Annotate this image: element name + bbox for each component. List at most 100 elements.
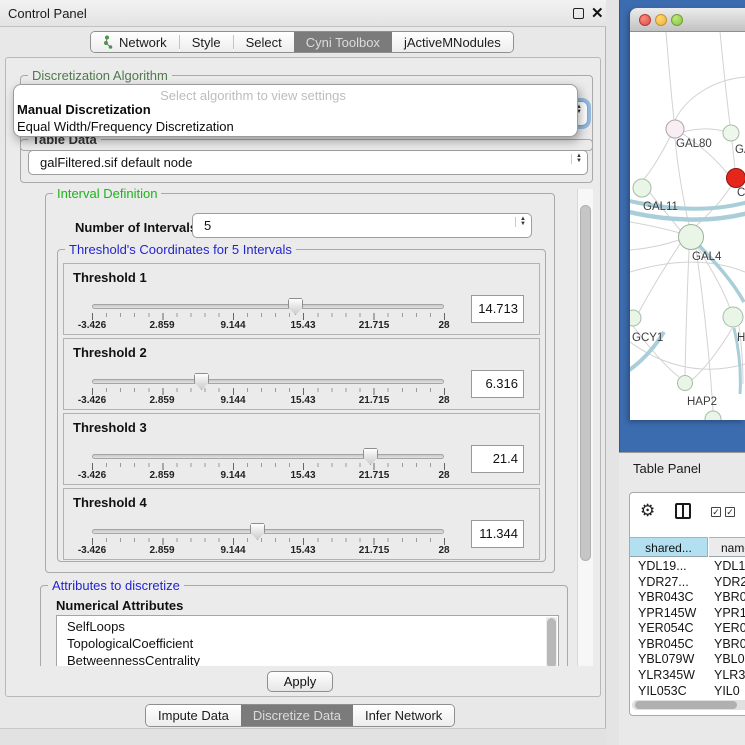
control-panel: Control Panel ✕ Network Style Select Cyn… — [0, 0, 606, 745]
checkbox-icon[interactable]: ✓ — [711, 507, 721, 517]
dropdown-hint-text: Select algorithm to view settings — [14, 88, 492, 103]
table-panel-title: Table Panel — [633, 453, 701, 484]
tick-label: 21.715 — [359, 545, 390, 556]
algorithm-dropdown-popup: Select algorithm to view settings Manual… — [13, 84, 578, 137]
table-cell[interactable]: YPR1 — [714, 606, 745, 620]
table-cell[interactable]: YER0 — [714, 621, 745, 635]
table-cell[interactable]: YDR2 — [714, 575, 745, 589]
table-cell[interactable]: YBL0 — [714, 652, 745, 666]
minimize-traffic-light[interactable] — [655, 14, 667, 26]
threshold-1-value-field[interactable]: 14.713 — [471, 295, 524, 323]
number-of-intervals-value: 5 — [204, 214, 211, 237]
zoom-traffic-light[interactable] — [671, 14, 683, 26]
tab-infer-network[interactable]: Infer Network — [353, 705, 454, 726]
control-panel-titlebar: Control Panel ✕ — [0, 0, 606, 27]
table-cell[interactable]: YDL1 — [714, 559, 745, 573]
node-label-hap2: HAP2 — [687, 396, 717, 408]
node-gal4[interactable] — [679, 225, 704, 250]
network-canvas[interactable]: GAL80 GA C GAL11 GAL4 GCY1 H HAP2 — [630, 32, 745, 420]
interval-definition-group-title: Interval Definition — [53, 186, 161, 201]
node-label-partial-c: C — [737, 187, 745, 199]
list-item[interactable]: SelfLoops — [67, 619, 125, 634]
node-hap2[interactable] — [678, 376, 693, 391]
tab-cyni-toolbox[interactable]: Cyni Toolbox — [294, 32, 392, 52]
table-cell[interactable]: YBL079W — [638, 652, 694, 666]
node-label-gcy1: GCY1 — [632, 332, 663, 344]
threshold-4-slider-track[interactable] — [92, 529, 444, 534]
checkbox-icon[interactable]: ✓ — [725, 507, 735, 517]
tick-label: 9.144 — [220, 320, 245, 331]
threshold-1-box: Threshold 1 -3.426 2.859 9.144 15.43 21.… — [63, 263, 540, 335]
table-cell[interactable]: YBR043C — [638, 590, 694, 604]
dropdown-option-equal-width[interactable]: Equal Width/Frequency Discretization — [17, 119, 234, 134]
tick-label: -3.426 — [78, 545, 106, 556]
threshold-2-slider-track[interactable] — [92, 379, 444, 384]
table-data-combobox[interactable]: galFiltered.sif default node ▲▼ — [28, 150, 588, 175]
node-gcy1[interactable] — [630, 310, 641, 326]
tick-label: 15.43 — [290, 470, 315, 481]
node-top-right[interactable] — [723, 125, 739, 141]
tick-label: 2.859 — [149, 470, 174, 481]
column-layout-icon[interactable] — [675, 503, 691, 519]
table-cell[interactable]: YIL0 — [714, 684, 740, 698]
horizontal-scroll-thumb[interactable] — [635, 701, 737, 709]
table-cell[interactable]: YDR27... — [638, 575, 689, 589]
threshold-2-box: Threshold 2 -3.426 2.859 9.144 15.43 21.… — [63, 338, 540, 410]
tab-network[interactable]: Network — [91, 32, 179, 52]
tab-impute-data[interactable]: Impute Data — [146, 705, 241, 726]
tick-label: 28 — [438, 545, 449, 556]
float-window-icon[interactable] — [573, 8, 584, 19]
combo-stepper-icon[interactable]: ▲▼ — [515, 217, 526, 227]
horizontal-scroll-track[interactable] — [632, 700, 745, 710]
attributes-group-title: Attributes to discretize — [48, 580, 184, 593]
table-cell[interactable]: YPR145W — [638, 606, 696, 620]
tab-discretize-data[interactable]: Discretize Data — [241, 705, 353, 726]
table-cell[interactable]: YIL053C — [638, 684, 687, 698]
node-gal80[interactable] — [666, 120, 684, 138]
list-scroll-thumb[interactable] — [547, 618, 556, 666]
table-cell[interactable]: YER054C — [638, 621, 694, 635]
threshold-1-slider-track[interactable] — [92, 304, 444, 309]
tick-label: 15.43 — [290, 395, 315, 406]
close-traffic-light[interactable] — [639, 14, 651, 26]
close-icon[interactable]: ✕ — [591, 4, 604, 22]
dropdown-option-manual-discretization[interactable]: Manual Discretization — [17, 102, 151, 117]
attributes-group: Attributes to discretize Numerical Attri… — [40, 585, 568, 666]
node-bottom[interactable] — [705, 411, 721, 420]
node-h[interactable] — [723, 307, 743, 327]
apply-button[interactable]: Apply — [267, 671, 333, 692]
tab-jactivemnodules[interactable]: jActiveMNodules — [392, 32, 513, 52]
table-cell[interactable]: YBR0 — [714, 637, 745, 651]
tab-style-label: Style — [192, 32, 221, 53]
numerical-attributes-list[interactable]: SelfLoops TopologicalCoefficient Between… — [56, 615, 559, 666]
tick-marks — [92, 313, 445, 320]
tick-label: 15.43 — [290, 545, 315, 556]
column-header-shared-name[interactable]: shared... — [630, 537, 708, 557]
number-of-intervals-combobox[interactable]: 5 ▲▼ — [192, 213, 532, 238]
bottom-strip — [0, 728, 606, 745]
node-red-selected[interactable] — [727, 169, 745, 188]
table-panel-body: ⚙ ✓ ✓ shared... name YDL19... YDL1 YDR27… — [619, 483, 745, 745]
node-gal11[interactable] — [633, 179, 651, 197]
table-cell[interactable]: YDL19... — [638, 559, 687, 573]
list-item[interactable]: TopologicalCoefficient — [67, 636, 193, 651]
table-cell[interactable]: YBR045C — [638, 637, 694, 651]
network-window-titlebar[interactable] — [630, 8, 745, 32]
tick-label: 2.859 — [149, 320, 174, 331]
list-scroll-track[interactable] — [546, 617, 557, 666]
gear-icon[interactable]: ⚙ — [640, 501, 655, 521]
scroll-thumb[interactable] — [580, 205, 591, 561]
table-cell[interactable]: YLR345W — [638, 668, 695, 682]
list-item[interactable]: BetweennessCentrality — [67, 653, 200, 666]
threshold-2-value-field[interactable]: 6.316 — [471, 370, 524, 398]
table-cell[interactable]: YBR0 — [714, 590, 745, 604]
tab-select[interactable]: Select — [234, 32, 294, 52]
column-header-name[interactable]: name — [709, 537, 745, 557]
threshold-3-value-field[interactable]: 21.4 — [471, 445, 524, 473]
threshold-3-slider-track[interactable] — [92, 454, 444, 459]
tab-style[interactable]: Style — [180, 32, 233, 52]
threshold-4-value-field[interactable]: 11.344 — [471, 520, 524, 548]
table-cell[interactable]: YLR3 — [714, 668, 745, 682]
combo-stepper-icon[interactable]: ▲▼ — [571, 154, 582, 164]
node-label-gal11: GAL11 — [643, 201, 678, 213]
